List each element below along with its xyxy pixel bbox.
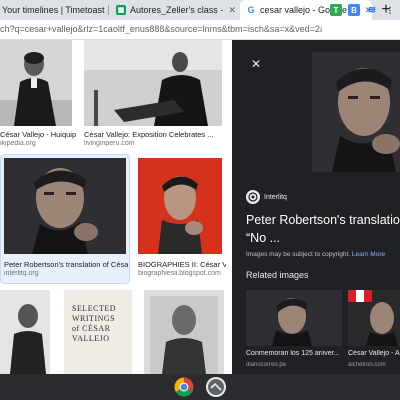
close-tab-icon[interactable]: ✕: [228, 5, 236, 16]
tab-sheets[interactable]: ▦ Autores_Zeller's class - Google S ✕: [112, 0, 236, 20]
tab-separator: [108, 5, 109, 15]
related-image-source: diariocorreo.pe: [246, 362, 287, 368]
preview-title[interactable]: Peter Robertson's translation of: [246, 212, 400, 228]
result-thumbnail[interactable]: [0, 290, 50, 374]
extension-t-icon[interactable]: T: [330, 4, 342, 16]
related-image-thumbnail[interactable]: [348, 290, 400, 346]
result-thumbnail[interactable]: [144, 290, 224, 374]
extension-wave-icon[interactable]: ≋: [366, 4, 378, 16]
url-text[interactable]: ch?q=cesar+vallejo&rlz=1caoltf_enus888&s…: [0, 24, 322, 34]
result-thumbnail[interactable]: [84, 40, 222, 126]
result-thumbnail[interactable]: [0, 40, 72, 126]
sheets-icon: ▦: [116, 5, 126, 15]
learn-more-link[interactable]: Learn More: [352, 251, 385, 258]
book-cover-text: SELECTED WRITINGS of CÉSAR VALLEJO: [72, 304, 116, 344]
book-line: SELECTED: [72, 304, 116, 313]
tab-title: Your timelines | Timetoast timelin: [2, 5, 106, 15]
tab-timetoast[interactable]: Your timelines | Timetoast timelin: [0, 0, 106, 20]
source-site-name: Interlitq: [264, 193, 287, 201]
result-source: ikipedia.org: [0, 140, 36, 147]
result-title[interactable]: Peter Robertson's translation of Césa...: [4, 260, 128, 269]
book-line: VALLEJO: [72, 334, 110, 343]
source-site[interactable]: Interlitq: [246, 190, 287, 204]
book-line: of CÉSAR: [72, 324, 111, 333]
close-icon[interactable]: ✕: [248, 56, 264, 72]
extension-b-icon[interactable]: B: [348, 4, 360, 16]
result-title[interactable]: BIOGRAPHIES II: César V...: [138, 260, 226, 269]
related-image-title[interactable]: César Vallejo - Al: [348, 350, 400, 357]
copyright-notice: Images may be subject to copyright. Lear…: [246, 251, 385, 258]
related-image-title[interactable]: Conmemoran los 125 aniver...: [246, 350, 342, 357]
preview-image[interactable]: [312, 52, 400, 172]
result-source: biographiesii.blogspot.com: [138, 270, 221, 277]
result-title[interactable]: César Vallejo - Huiquipedi...: [0, 130, 76, 139]
preview-title-continued[interactable]: “No ...: [246, 230, 280, 246]
result-title[interactable]: César Vallejo: Exposition Celebrates ...: [84, 130, 224, 139]
taskbar-shelf: [0, 374, 400, 400]
tab-title: Autores_Zeller's class - Google S: [130, 5, 225, 15]
related-images-heading: Related images: [246, 270, 309, 280]
related-image-source: alchetron.com: [348, 362, 386, 368]
app-icon[interactable]: [206, 377, 226, 397]
chrome-icon[interactable]: [174, 377, 194, 397]
result-source: livinginperu.com: [84, 140, 135, 147]
address-bar[interactable]: ch?q=cesar+vallejo&rlz=1caoltf_enus888&s…: [0, 20, 400, 40]
copyright-text: Images may be subject to copyright.: [246, 251, 351, 258]
related-image-thumbnail[interactable]: [246, 290, 342, 346]
interlitq-logo-icon: [246, 190, 260, 204]
result-thumbnail[interactable]: [138, 158, 222, 254]
browser-menu-icon[interactable]: ⋮: [384, 4, 396, 16]
tab-title: cesar vallejo - Google Search: [260, 5, 361, 15]
image-results-grid: César Vallejo - Huiquipedi... ikipedia.o…: [0, 40, 232, 374]
result-source: interlitq.org: [4, 270, 39, 277]
book-cover-thumbnail[interactable]: SELECTED WRITINGS of CÉSAR VALLEJO: [64, 290, 132, 374]
google-icon: G: [246, 5, 256, 15]
result-thumbnail[interactable]: [4, 158, 126, 254]
book-line: WRITINGS: [72, 314, 116, 323]
